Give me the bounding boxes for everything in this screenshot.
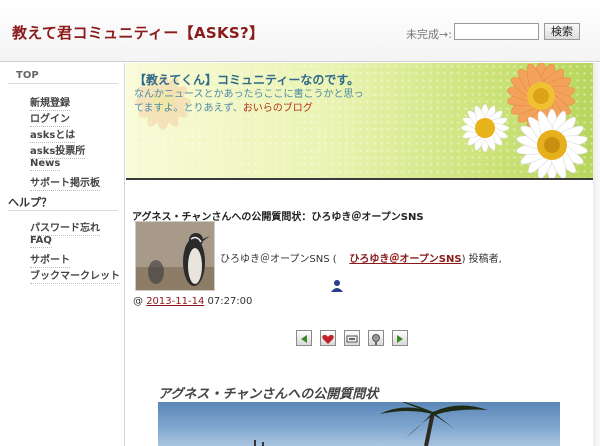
sidebar-item-label: FAQ: [30, 235, 52, 248]
heart-icon[interactable]: [320, 330, 336, 346]
sidebar-item-signup[interactable]: 新規登録: [30, 94, 70, 111]
penguin-image-icon: [136, 222, 214, 290]
sidebar-item-support[interactable]: サポート: [30, 251, 70, 268]
article-photo: [158, 402, 560, 446]
banner-text: なんかニュースとかあったらここに書こうかと思っ てますよ。とりあえず、おいらのブ…: [134, 88, 364, 116]
search-label: 未完成→:: [406, 28, 452, 41]
blog-link[interactable]: おいらのブログ: [243, 103, 313, 114]
author-suffix: ) 投稿者,: [461, 254, 502, 265]
page-edge: [593, 63, 600, 446]
sidebar-item-label: サポート掲示板: [30, 178, 100, 191]
search-button[interactable]: 検索: [544, 23, 580, 40]
daisy-small-icon: [460, 103, 510, 153]
banner-line-1: なんかニュースとかあったらここに書こうかと思っ: [134, 89, 364, 100]
article-title: アグネス・チャンさんへの公開質問状: [158, 387, 379, 402]
post-author: ひろゆき＠オープンSNS ( ひろゆき＠オープンSNS) 投稿者,: [220, 250, 502, 265]
search-input[interactable]: [454, 23, 539, 40]
date-link[interactable]: 2013-11-14: [146, 296, 204, 307]
sidebar-item-news[interactable]: News: [30, 158, 61, 171]
tag-icon[interactable]: [344, 330, 360, 346]
sidebar-item-faq[interactable]: FAQ: [30, 235, 52, 248]
sidebar-item-label: News: [30, 158, 61, 171]
banner-title: 【教えてくん】コミュニティーなのです。: [134, 73, 360, 87]
arrow-right-icon[interactable]: [392, 330, 408, 346]
sidebar-top-link[interactable]: TOP: [16, 70, 39, 81]
settings-icon[interactable]: [368, 330, 384, 346]
site-title[interactable]: 教えて君コミュニティー【ASKS?】: [12, 22, 264, 43]
author-link[interactable]: ひろゆき＠オープンSNS: [349, 254, 461, 265]
sidebar-item-vote[interactable]: asks投票所: [30, 142, 86, 159]
sidebar-item-password[interactable]: パスワード忘れ: [30, 219, 100, 236]
user-icon[interactable]: [330, 279, 344, 293]
sidebar-divider: [8, 210, 118, 211]
sidebar: TOP 新規登録 ログイン asksとは asks投票所 News サポート掲示…: [0, 63, 125, 446]
sidebar-item-login[interactable]: ログイン: [30, 110, 70, 127]
sidebar-item-about[interactable]: asksとは: [30, 126, 76, 143]
sidebar-item-label: ブックマークレット: [30, 271, 120, 284]
palm-tree-image-icon: [254, 402, 488, 446]
sidebar-item-bookmarklet[interactable]: ブックマークレット: [30, 267, 120, 284]
daisy-large-icon: [516, 108, 588, 178]
header: 教えて君コミュニティー【ASKS?】 未完成→: 検索: [0, 0, 600, 62]
help-heading: ヘルプ？: [8, 196, 52, 209]
sidebar-divider: [8, 83, 118, 84]
penguin-thumbnail[interactable]: [135, 221, 215, 291]
sidebar-item-support-board[interactable]: サポート掲示板: [30, 174, 100, 191]
banner: 【教えてくん】コミュニティーなのです。 なんかニュースとかあったらここに書こうか…: [126, 63, 593, 180]
banner-line-2: てますよ。とりあえず、: [134, 103, 243, 114]
arrow-left-icon[interactable]: [296, 330, 312, 346]
author-prefix: ひろゆき＠オープンSNS (: [220, 254, 337, 265]
date-prefix: @: [133, 296, 147, 307]
post-time: 07:27:00: [204, 296, 253, 307]
post-date: @ 2013-11-14 07:27:00: [133, 296, 252, 307]
